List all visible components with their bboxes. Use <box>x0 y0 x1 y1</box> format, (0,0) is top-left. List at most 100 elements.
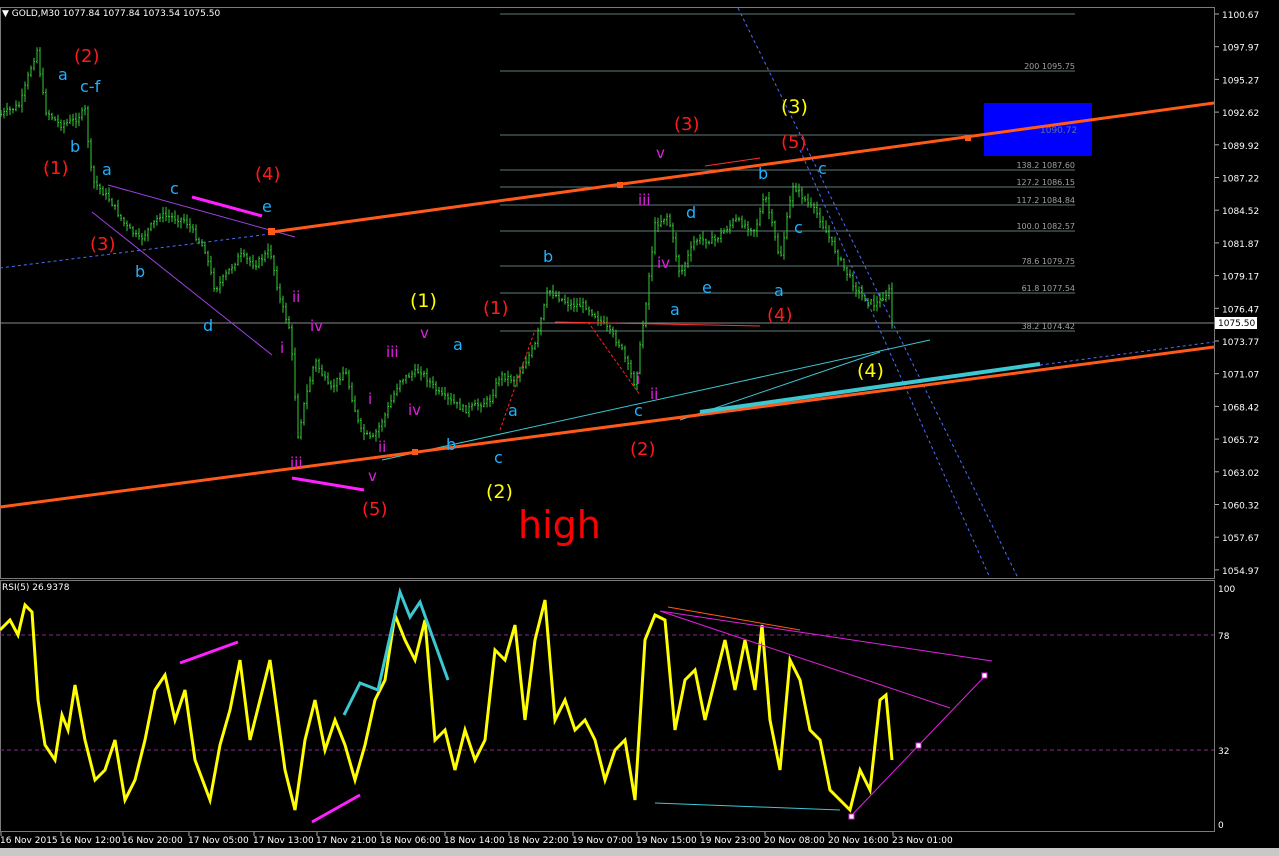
trendline-anchor[interactable] <box>617 182 623 188</box>
rsi-trendline <box>659 610 951 709</box>
wave-label-cyan: a <box>102 160 112 179</box>
rsi-anchor[interactable] <box>981 672 988 679</box>
wave-label-cyan: b <box>543 247 553 266</box>
price-tick-label: 1084.52 <box>1222 207 1259 217</box>
wave-label-cyan: c <box>170 179 179 198</box>
rsi-anchor[interactable] <box>915 742 922 749</box>
wave-label-yellow: (3) <box>781 96 808 118</box>
wave-label-cyan: a <box>58 65 68 84</box>
fib-level-label: 100.0 1082.57 <box>1016 222 1075 231</box>
fib-level-label: 61.8 1077.54 <box>1022 284 1075 293</box>
wave-label-magenta: iii <box>638 191 651 209</box>
time-tick-label: 17 Nov 13:00 <box>253 836 314 846</box>
trendline-anchor[interactable] <box>268 228 275 235</box>
wave-label-cyan: c <box>494 448 503 467</box>
wave-label-magenta: iv <box>310 317 323 335</box>
price-tick-label: 1081.87 <box>1222 240 1259 250</box>
time-tick-label: 17 Nov 21:00 <box>316 836 377 846</box>
wave-label-cyan: d <box>203 316 213 335</box>
fib-level-label: 117.2 1084.84 <box>1016 196 1075 205</box>
wave-label-red: (1) <box>483 298 509 319</box>
current-price-value: 1075.50 <box>1218 319 1255 329</box>
time-tick-label: 18 Nov 14:00 <box>444 836 505 846</box>
lower-trendline[interactable] <box>0 345 1214 509</box>
time-tick-label: 18 Nov 22:00 <box>508 836 569 846</box>
trendline-anchor[interactable] <box>965 135 971 141</box>
chart-canvas: 1100.67 1097.97 1095.27 1092.62 1089.92 1087.… <box>0 8 1259 846</box>
wave-label-magenta: i <box>636 370 640 388</box>
wave-label-red: (5) <box>781 132 807 153</box>
wave-label-cyan: a <box>774 281 784 300</box>
price-tick-label: 1068.42 <box>1222 403 1259 413</box>
wave-label-magenta: iv <box>657 254 670 272</box>
fib-level-label: 78.6 1079.75 <box>1022 257 1075 266</box>
wave-label-red: (4) <box>767 305 793 326</box>
magenta-marker <box>291 476 365 492</box>
price-tick-label: 1089.92 <box>1222 142 1259 152</box>
rsi-magenta-marker <box>311 793 361 824</box>
price-tick-label: 1087.22 <box>1222 175 1259 185</box>
wave-label-yellow: (4) <box>857 360 884 382</box>
wedge-line <box>91 211 273 356</box>
wave-label-magenta: iii <box>290 454 303 472</box>
wave-label-magenta: iii <box>386 343 399 361</box>
price-tick-label: 1065.72 <box>1222 436 1259 446</box>
annotation-high: high <box>518 503 601 547</box>
wave-label-red: (5) <box>362 499 388 520</box>
wave-label-cyan: a <box>453 335 463 354</box>
wave-label-yellow: (1) <box>410 290 437 312</box>
fibonacci-levels: 200 1095.75 138.2 1087.60 127.2 1086.15 117… <box>500 13 1075 332</box>
wave-label-magenta: ii <box>378 438 386 456</box>
wave-label-cyan: d <box>686 203 696 222</box>
wave-label-cyan: e <box>702 278 712 297</box>
time-tick-label: 16 Nov 12:00 <box>60 836 121 846</box>
wave-label-magenta: ii <box>292 288 300 306</box>
wave-label-cyan: e <box>262 197 272 216</box>
time-tick-label: 20 Nov 08:00 <box>764 836 825 846</box>
rsi-axis: 100 78 32 0 <box>1218 585 1235 831</box>
wave-label-cyan: c <box>634 401 643 420</box>
wave-label-magenta: v <box>656 144 665 162</box>
rsi-tick-label: 32 <box>1218 747 1229 757</box>
wave-label-magenta: ii <box>650 385 658 403</box>
time-tick-label: 18 Nov 06:00 <box>380 836 441 846</box>
price-tick-label: 1076.47 <box>1222 305 1259 315</box>
time-tick-label: 19 Nov 23:00 <box>700 836 761 846</box>
wave-label-magenta: v <box>420 324 429 342</box>
trendline-anchor[interactable] <box>412 449 418 455</box>
time-tick-label: 16 Nov 20:00 <box>122 836 183 846</box>
rsi-cyan-line <box>654 802 841 811</box>
price-tick-label: 1092.62 <box>1222 109 1259 119</box>
time-tick-label: 19 Nov 15:00 <box>636 836 697 846</box>
wave-label-cyan: c <box>794 218 803 237</box>
wave-label-cyan: b <box>70 137 80 156</box>
wave-label-magenta: i <box>368 390 372 408</box>
rsi-tick-label: 0 <box>1218 821 1224 831</box>
wave-labels: (2) (1) (3) (4) (5) (1) (2) (3) (5) (4) (1) (2) (3) (… <box>43 46 884 520</box>
wave-label-red: (4) <box>255 164 281 185</box>
dashed-channel-line <box>799 149 991 578</box>
wave-label-red: (2) <box>74 46 100 67</box>
wave-label-cyan: b <box>135 262 145 281</box>
wave-label-yellow: (2) <box>486 481 513 503</box>
fib-level-label: 127.2 1086.15 <box>1016 178 1075 187</box>
wave-label-magenta: iv <box>408 401 421 419</box>
rsi-trendline <box>659 610 993 662</box>
wave-label-magenta: v <box>368 467 377 485</box>
fib-level-label: 200 1095.75 <box>1024 62 1075 71</box>
price-tick-label: 1063.02 <box>1222 469 1259 479</box>
rsi-magenta-marker <box>179 640 239 665</box>
price-tick-label: 1095.27 <box>1222 76 1259 86</box>
red-dashed-line <box>587 321 641 396</box>
wave-label-cyan: b <box>446 435 456 454</box>
fib-level-label: 138.2 1087.60 <box>1016 161 1075 170</box>
rsi-tick-label: 78 <box>1218 632 1230 642</box>
time-axis: 16 Nov 2015 16 Nov 12:00 16 Nov 20:00 17 No… <box>0 832 953 846</box>
price-tick-label: 1079.17 <box>1222 273 1259 283</box>
wave-label-red: (3) <box>674 114 700 135</box>
rsi-anchor[interactable] <box>848 813 855 820</box>
time-tick-label: 17 Nov 05:00 <box>188 836 249 846</box>
horizontal-scrollbar[interactable] <box>0 848 1279 856</box>
price-candles <box>0 47 893 442</box>
time-tick-label: 19 Nov 07:00 <box>572 836 633 846</box>
